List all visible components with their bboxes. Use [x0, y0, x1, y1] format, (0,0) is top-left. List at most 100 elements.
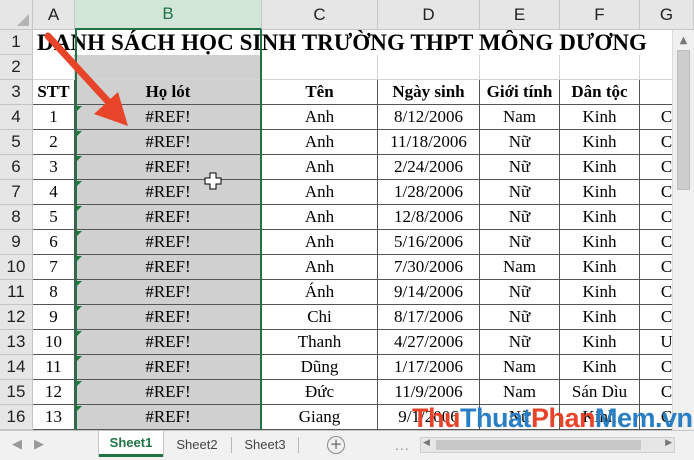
table-cell[interactable]: 7/30/2006 — [378, 255, 480, 280]
table-cell[interactable]: Anh — [262, 105, 378, 130]
table-cell[interactable]: 13 — [33, 405, 75, 430]
cell-ref-error[interactable]: #REF! — [75, 405, 262, 430]
table-cell[interactable]: 8 — [33, 280, 75, 305]
table-cell[interactable]: 1/28/2006 — [378, 180, 480, 205]
cell-ref-error[interactable]: #REF! — [75, 380, 262, 405]
cell-empty[interactable] — [560, 55, 640, 80]
header-ngay-sinh[interactable]: Ngày sinh — [378, 80, 480, 105]
select-all-corner[interactable] — [0, 0, 33, 30]
horizontal-scrollbar[interactable]: ◀ ▶ — [420, 437, 675, 453]
header-ho-lot[interactable]: Họ lót — [75, 80, 262, 105]
row-header-4[interactable]: 4 — [0, 105, 33, 130]
column-header-f[interactable]: F — [560, 0, 640, 30]
table-cell[interactable]: 11 — [33, 355, 75, 380]
table-cell[interactable]: Thanh — [262, 330, 378, 355]
cell-ref-error[interactable]: #REF! — [75, 205, 262, 230]
cell-ref-error[interactable]: #REF! — [75, 105, 262, 130]
row-header-14[interactable]: 14 — [0, 355, 33, 380]
row-header-1[interactable]: 1 — [0, 30, 33, 55]
table-cell[interactable]: Kinh — [560, 255, 640, 280]
table-cell[interactable]: 9/14/2006 — [378, 280, 480, 305]
column-header-d[interactable]: D — [378, 0, 480, 30]
table-cell[interactable]: Nữ — [480, 205, 560, 230]
table-cell[interactable]: Anh — [262, 230, 378, 255]
cell-ref-error[interactable]: #REF! — [75, 230, 262, 255]
scroll-right-icon[interactable]: ▶ — [665, 438, 672, 448]
horizontal-scroll-thumb[interactable] — [436, 440, 641, 450]
table-cell[interactable]: Nam — [480, 355, 560, 380]
row-header-6[interactable]: 6 — [0, 155, 33, 180]
row-header-16[interactable]: 16 — [0, 405, 33, 430]
row-header-8[interactable]: 8 — [0, 205, 33, 230]
scroll-up-icon[interactable]: ▲ — [673, 32, 694, 48]
cell-ref-error[interactable]: #REF! — [75, 255, 262, 280]
cell-ref-error[interactable]: #REF! — [75, 280, 262, 305]
table-cell[interactable]: 5 — [33, 205, 75, 230]
table-cell[interactable]: 8/12/2006 — [378, 105, 480, 130]
cell-empty[interactable] — [75, 55, 262, 80]
header-stt[interactable]: STT — [33, 80, 75, 105]
table-cell[interactable]: 8/17/2006 — [378, 305, 480, 330]
table-cell[interactable]: 4 — [33, 180, 75, 205]
header-ten[interactable]: Tên — [262, 80, 378, 105]
table-cell[interactable]: Kinh — [560, 205, 640, 230]
table-cell[interactable]: 5/16/2006 — [378, 230, 480, 255]
tab-nav-left-icon[interactable]: ◀ — [12, 437, 22, 452]
tab-sheet1[interactable]: Sheet1 — [99, 431, 163, 457]
table-cell[interactable]: 4/27/2006 — [378, 330, 480, 355]
more-options-icon[interactable]: ... — [395, 437, 410, 453]
table-cell[interactable]: Nữ — [480, 155, 560, 180]
vertical-scrollbar[interactable]: ▲ — [672, 30, 694, 430]
table-cell[interactable]: Nữ — [480, 180, 560, 205]
tab-sheet2[interactable]: Sheet2 — [168, 431, 226, 457]
tab-nav-right-icon[interactable]: ▶ — [34, 437, 44, 452]
table-cell[interactable]: Dũng — [262, 355, 378, 380]
row-header-11[interactable]: 11 — [0, 280, 33, 305]
table-cell[interactable]: Kinh — [560, 280, 640, 305]
header-dan-toc[interactable]: Dân tộc — [560, 80, 640, 105]
cell-empty[interactable] — [378, 55, 480, 80]
table-cell[interactable]: Ánh — [262, 280, 378, 305]
table-cell[interactable]: Kinh — [560, 305, 640, 330]
table-cell[interactable]: Sán Dìu — [560, 380, 640, 405]
header-gioi-tinh[interactable]: Giới tính — [480, 80, 560, 105]
row-header-2[interactable]: 2 — [0, 55, 33, 80]
table-cell[interactable]: Nữ — [480, 130, 560, 155]
table-cell[interactable]: Nữ — [480, 230, 560, 255]
table-cell[interactable]: Nữ — [480, 305, 560, 330]
table-cell[interactable]: Anh — [262, 180, 378, 205]
tab-sheet3[interactable]: Sheet3 — [236, 431, 294, 457]
cell-empty[interactable] — [262, 55, 378, 80]
row-header-13[interactable]: 13 — [0, 330, 33, 355]
table-cell[interactable]: Kinh — [560, 155, 640, 180]
table-cell[interactable]: Kinh — [560, 130, 640, 155]
table-cell[interactable]: 1 — [33, 105, 75, 130]
column-header-a[interactable]: A — [33, 0, 75, 30]
table-cell[interactable]: Anh — [262, 155, 378, 180]
cell-ref-error[interactable]: #REF! — [75, 155, 262, 180]
table-cell[interactable]: Kinh — [560, 330, 640, 355]
cell-empty[interactable] — [33, 55, 75, 80]
table-cell[interactable]: Chi — [262, 305, 378, 330]
table-cell[interactable]: 12 — [33, 380, 75, 405]
table-cell[interactable]: 11/18/2006 — [378, 130, 480, 155]
row-header-10[interactable]: 10 — [0, 255, 33, 280]
row-header-7[interactable]: 7 — [0, 180, 33, 205]
cell-ref-error[interactable]: #REF! — [75, 330, 262, 355]
table-cell[interactable]: 11/9/2006 — [378, 380, 480, 405]
cell-ref-error[interactable]: #REF! — [75, 355, 262, 380]
table-cell[interactable]: 9 — [33, 305, 75, 330]
sheet-grid[interactable]: DANH SÁCH HỌC SINH TRƯỜNG THPT MÔNG DƯƠN… — [33, 30, 694, 430]
table-cell[interactable]: Anh — [262, 255, 378, 280]
table-cell[interactable]: Giang — [262, 405, 378, 430]
vertical-scroll-thumb[interactable] — [677, 50, 690, 190]
table-cell[interactable]: Kinh — [560, 180, 640, 205]
column-header-e[interactable]: E — [480, 0, 560, 30]
table-cell[interactable]: Kinh — [560, 230, 640, 255]
table-cell[interactable]: 3 — [33, 155, 75, 180]
table-cell[interactable]: 6 — [33, 230, 75, 255]
table-cell[interactable]: Đức — [262, 380, 378, 405]
table-cell[interactable]: Nữ — [480, 330, 560, 355]
row-header-3[interactable]: 3 — [0, 80, 33, 105]
column-header-b[interactable]: B — [75, 0, 262, 30]
